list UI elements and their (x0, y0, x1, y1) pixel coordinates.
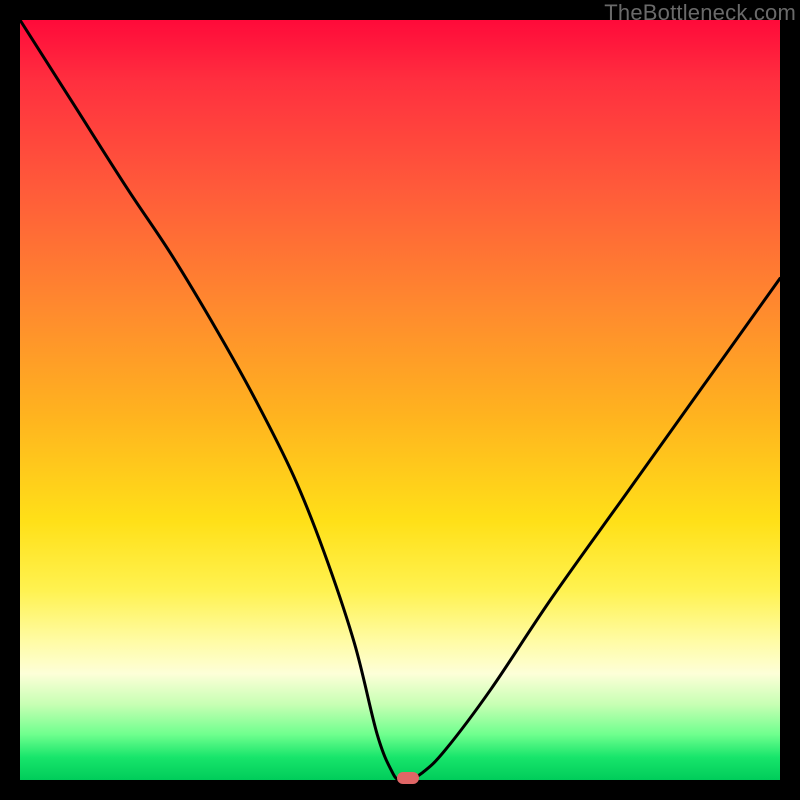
plot-area (20, 20, 780, 780)
bottleneck-curve (20, 20, 780, 780)
watermark-text: TheBottleneck.com (604, 0, 796, 26)
chart-frame: TheBottleneck.com (0, 0, 800, 800)
optimum-marker (397, 772, 419, 784)
